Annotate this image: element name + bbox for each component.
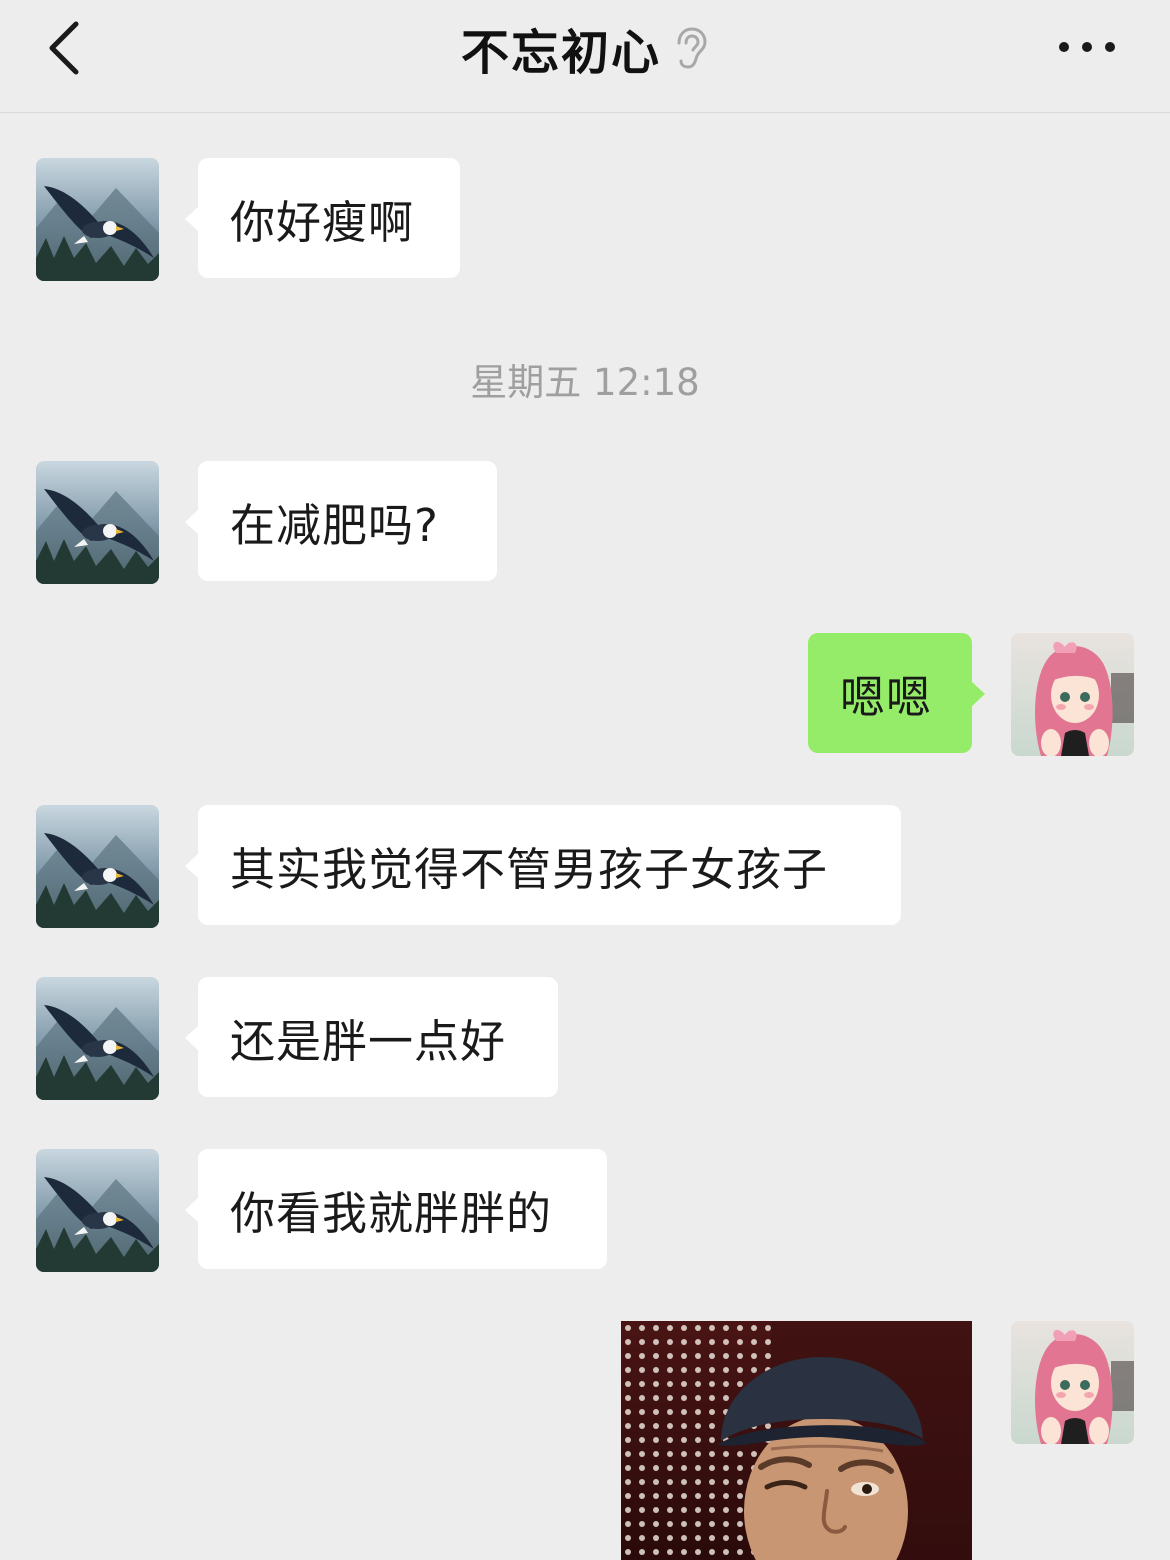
message-text: 在减肥吗? [230, 498, 439, 552]
sticker-message[interactable] [621, 1321, 972, 1560]
message-bubble-outgoing[interactable]: 嗯嗯 [808, 633, 985, 753]
message-bubble[interactable]: 还是胖一点好 [185, 977, 558, 1097]
man-in-cap-sticker-image [621, 1321, 972, 1560]
eagle-avatar-image [36, 461, 159, 584]
contact-avatar[interactable] [36, 977, 159, 1100]
chat-title: 不忘初心 [460, 25, 661, 81]
timestamp: 星期五 12:18 [470, 361, 700, 404]
eagle-avatar-image [36, 977, 159, 1100]
title-area: 不忘初心 [0, 0, 1170, 96]
contact-avatar[interactable] [36, 1149, 159, 1272]
message-text: 还是胖一点好 [230, 1014, 507, 1068]
message-text: 嗯嗯 [840, 670, 933, 724]
message-bubble[interactable]: 其实我觉得不管男孩子女孩子 [185, 805, 901, 925]
more-button[interactable] [1052, 24, 1122, 70]
my-avatar[interactable] [1011, 1321, 1134, 1444]
message-bubble[interactable]: 你看我就胖胖的 [185, 1149, 607, 1269]
message-text: 其实我觉得不管男孩子女孩子 [230, 842, 829, 896]
more-dots-icon [1059, 42, 1115, 52]
contact-avatar[interactable] [36, 805, 159, 928]
message-text: 你好瘦啊 [230, 195, 415, 249]
contact-avatar[interactable] [36, 461, 159, 584]
message-bubble[interactable]: 在减肥吗? [185, 461, 497, 581]
ear-icon [677, 27, 707, 69]
eagle-avatar-image [36, 805, 159, 928]
my-avatar[interactable] [1011, 633, 1134, 756]
contact-avatar[interactable] [36, 158, 159, 281]
eagle-avatar-image [36, 1149, 159, 1272]
message-text: 你看我就胖胖的 [230, 1186, 553, 1240]
message-bubble[interactable]: 你好瘦啊 [185, 158, 460, 278]
top-bar: 不忘初心 [0, 0, 1170, 113]
eagle-avatar-image [36, 158, 159, 281]
anime-girl-avatar-image [1011, 1321, 1134, 1444]
anime-girl-avatar-image [1011, 633, 1134, 756]
